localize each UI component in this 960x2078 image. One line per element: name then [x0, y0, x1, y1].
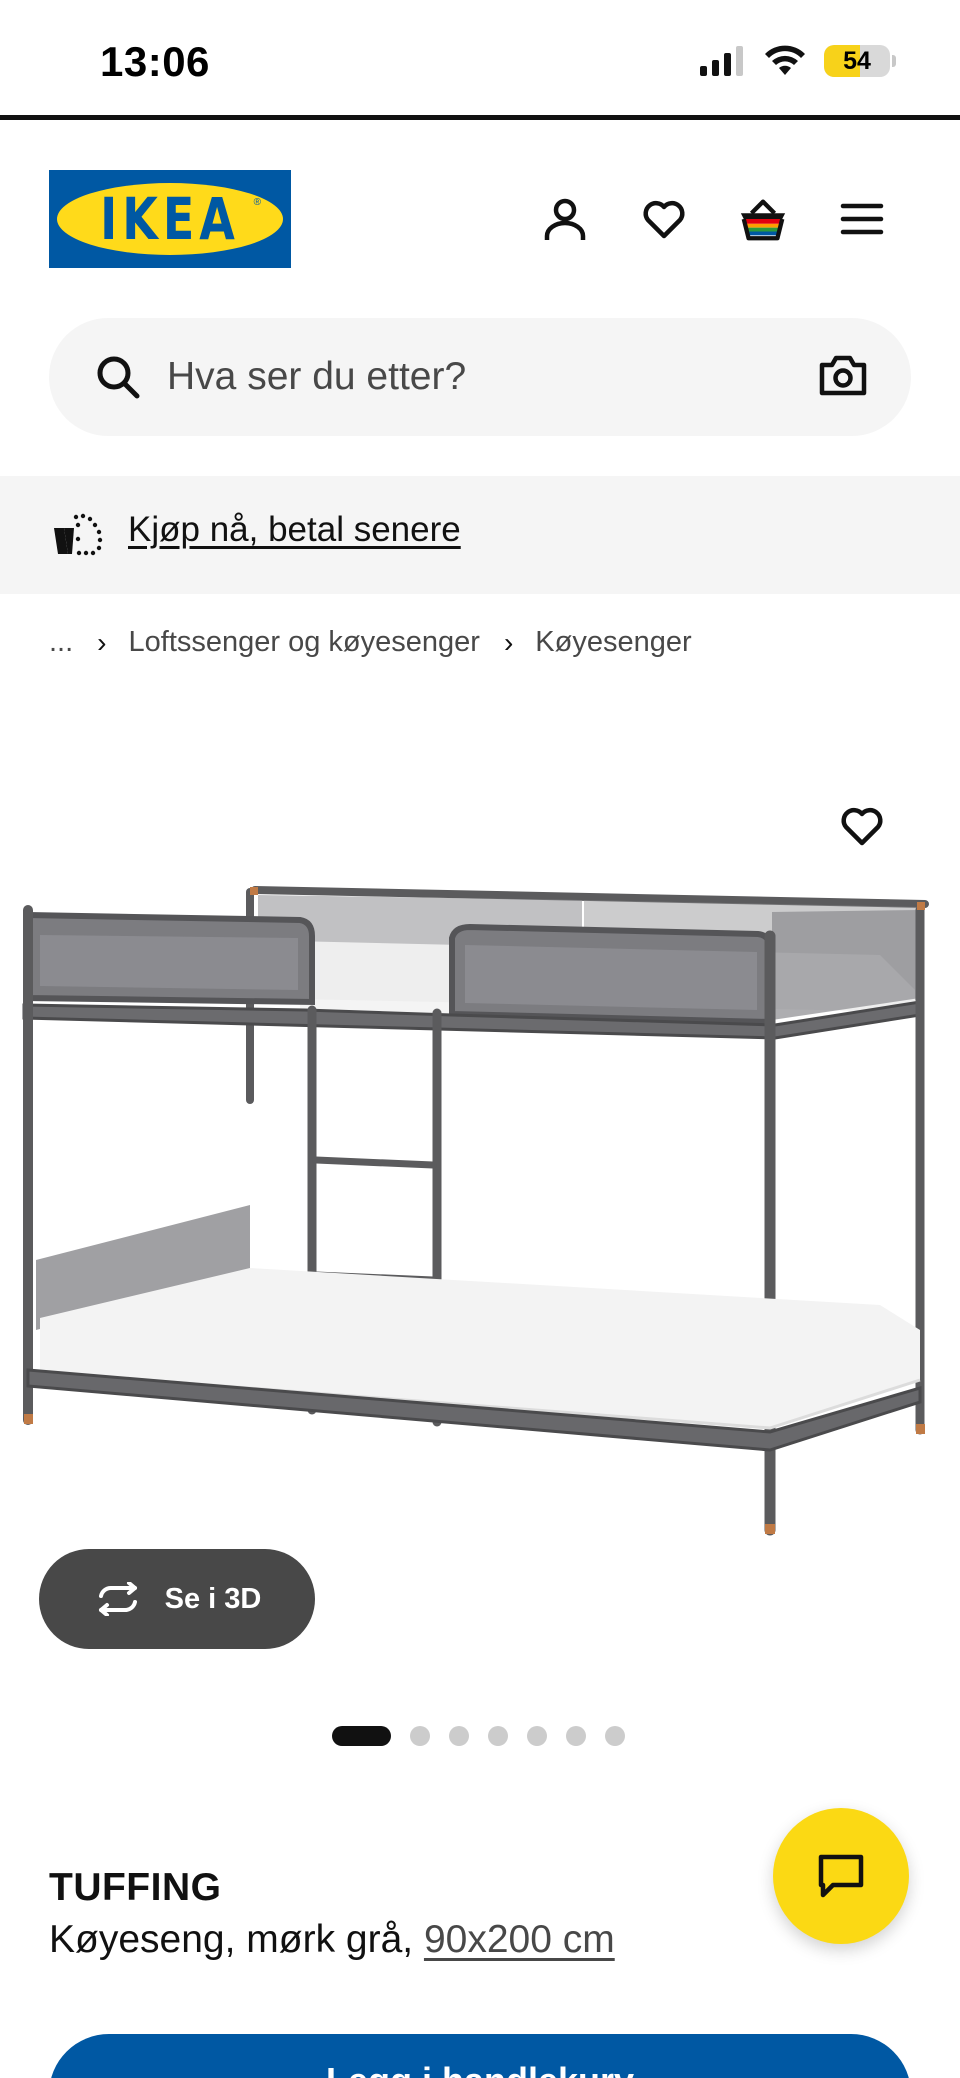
- logo-oval: IKEA ®: [57, 183, 283, 255]
- breadcrumb-item-more[interactable]: ...: [49, 626, 73, 659]
- menu-icon: [840, 203, 884, 235]
- product-description-text: Køyeseng, mørk grå,: [49, 1918, 424, 1961]
- product-size-link[interactable]: 90x200 cm: [424, 1918, 615, 1961]
- carousel-dot[interactable]: [605, 1726, 625, 1746]
- cellular-signal-icon: [700, 46, 743, 76]
- view-in-3d-button[interactable]: Se i 3D: [39, 1549, 315, 1649]
- heart-icon: [841, 807, 883, 846]
- chevron-right-icon: ›: [503, 626, 514, 658]
- site-header: IKEA ®: [0, 120, 960, 310]
- chat-bubble-icon: [818, 1854, 864, 1898]
- search-icon[interactable]: [95, 354, 141, 400]
- ikea-logo[interactable]: IKEA ®: [49, 170, 291, 268]
- add-to-cart-button[interactable]: Legg i handlekurv: [49, 2034, 911, 2078]
- rotate-3d-icon: [98, 1582, 137, 1616]
- camera-icon[interactable]: [819, 354, 867, 396]
- account-icon: [544, 198, 586, 240]
- carousel-dot[interactable]: [488, 1726, 508, 1746]
- menu-button[interactable]: [837, 194, 887, 244]
- search-input[interactable]: [167, 342, 807, 412]
- breadcrumb: ... › Loftssenger og køyesenger › Køyese…: [49, 626, 692, 659]
- breadcrumb-item-loft-bunk-beds[interactable]: Loftssenger og køyesenger: [129, 626, 480, 659]
- bunk-bed-image[interactable]: [0, 740, 960, 1580]
- pay-later-banner: Kjøp nå, betal senere: [0, 476, 960, 594]
- status-time: 13:06: [100, 38, 210, 85]
- product-description: Køyeseng, mørk grå, 90x200 cm: [49, 1918, 615, 1962]
- heart-icon: [643, 200, 685, 239]
- status-icons: 54: [698, 44, 896, 78]
- account-button[interactable]: [540, 194, 590, 244]
- pay-later-link[interactable]: Kjøp nå, betal senere: [128, 510, 461, 550]
- breadcrumb-item-bunk-beds[interactable]: Køyesenger: [535, 626, 691, 659]
- logo-registered-mark: ®: [253, 197, 261, 208]
- view-in-3d-label: Se i 3D: [164, 1582, 262, 1615]
- carousel-dot[interactable]: [449, 1726, 469, 1746]
- carousel-dot[interactable]: [566, 1726, 586, 1746]
- search-bar[interactable]: [49, 318, 911, 436]
- product-name: TUFFING: [49, 1866, 222, 1909]
- pay-later-bag-icon: [54, 513, 103, 556]
- favourites-button[interactable]: [639, 194, 689, 244]
- wifi-icon: [765, 45, 805, 75]
- logo-text: IKEA: [100, 185, 240, 253]
- header-actions: [540, 194, 936, 244]
- carousel-dot[interactable]: [527, 1726, 547, 1746]
- product-favourite-button[interactable]: [832, 796, 892, 856]
- chevron-right-icon: ›: [97, 626, 107, 658]
- status-bar: 13:06 54: [0, 0, 960, 118]
- chat-button[interactable]: [773, 1808, 909, 1944]
- battery-level: 54: [843, 46, 871, 75]
- shopping-basket-button[interactable]: [738, 194, 788, 244]
- carousel-dot[interactable]: [410, 1726, 430, 1746]
- carousel-dot[interactable]: [332, 1726, 391, 1746]
- shopping-basket-icon: [740, 199, 786, 241]
- battery-tip: [892, 55, 896, 67]
- image-carousel-dots: [332, 1726, 625, 1746]
- battery-icon: 54: [824, 45, 890, 77]
